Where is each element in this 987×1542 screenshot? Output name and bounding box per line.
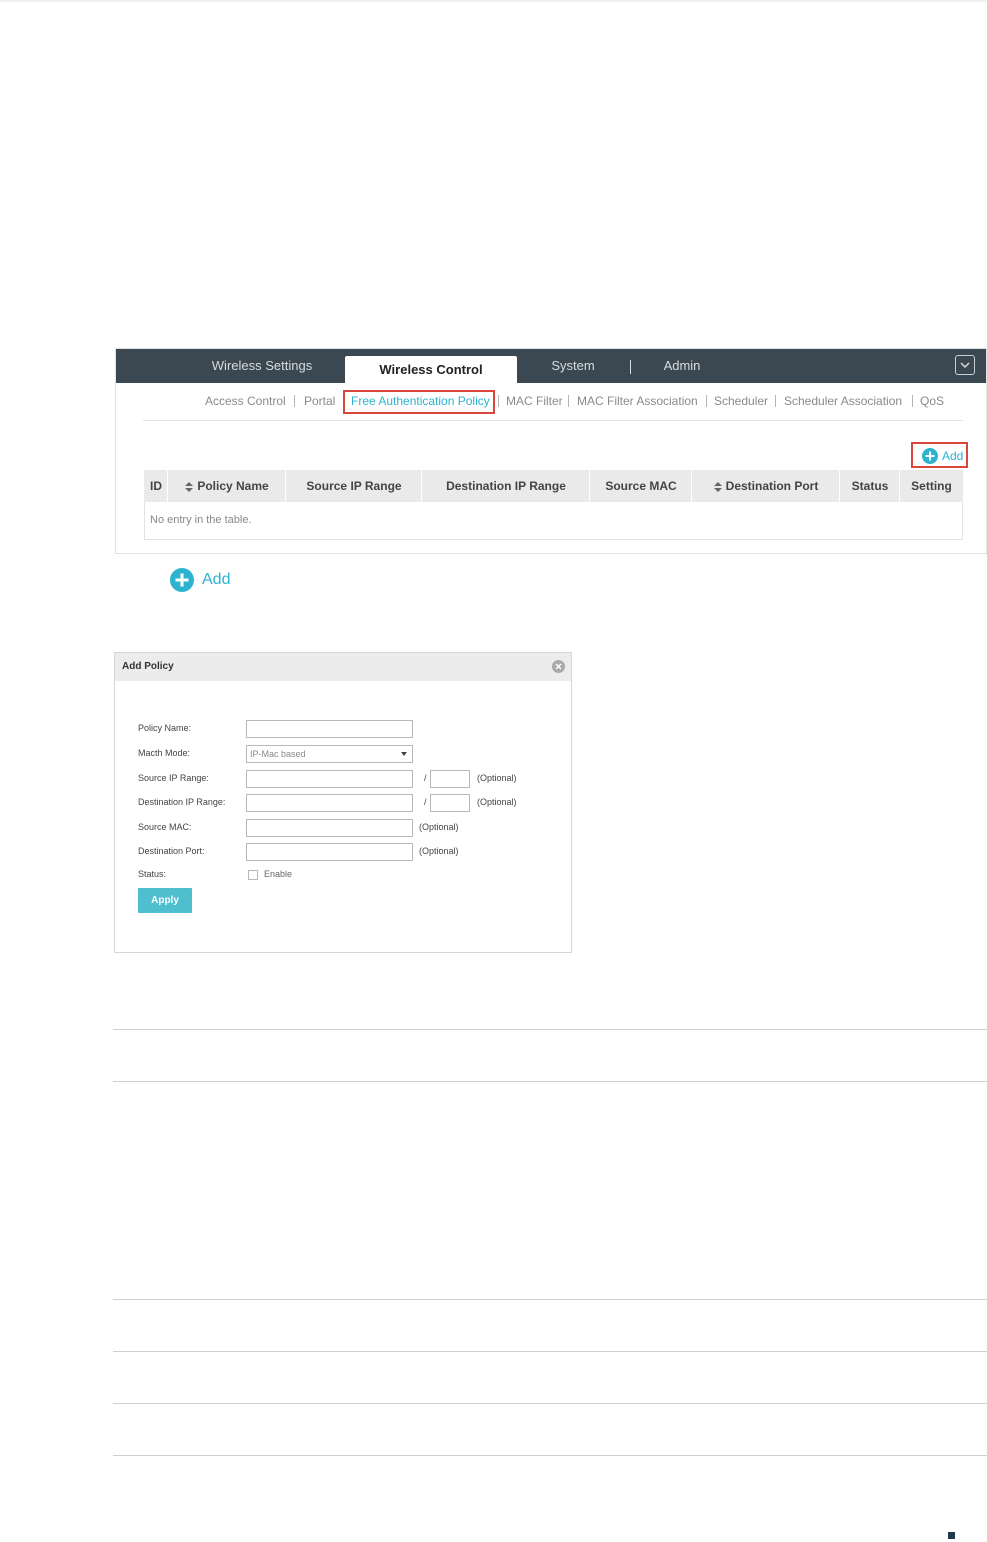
subnav-divider — [498, 395, 499, 407]
horizontal-rule — [113, 1299, 987, 1300]
sub-navigation: Access Control Portal Free Authenticatio… — [116, 393, 986, 409]
policy-name-input[interactable] — [246, 720, 413, 738]
page-marker — [948, 1532, 955, 1539]
horizontal-rule — [113, 1455, 987, 1456]
source-ip-range-label: Source IP Range: — [138, 773, 209, 783]
tab-wireless-control[interactable]: Wireless Control — [345, 356, 517, 383]
subnav-divider — [706, 395, 707, 407]
horizontal-rule — [113, 1403, 987, 1404]
optional-hint: (Optional) — [477, 773, 517, 783]
subnav-divider — [294, 395, 295, 407]
add-button-label: Add — [942, 449, 964, 463]
source-ip-mask-input[interactable] — [430, 770, 470, 788]
column-header-source-mac: Source MAC — [590, 470, 692, 502]
subnav-scheduler-association[interactable]: Scheduler Association — [784, 393, 902, 409]
subnav-mac-filter[interactable]: MAC Filter — [506, 393, 563, 409]
column-header-destination-ip-range: Destination IP Range — [422, 470, 590, 502]
match-mode-label: Macth Mode: — [138, 748, 191, 758]
subnav-qos[interactable]: QoS — [920, 393, 944, 409]
subnav-divider — [568, 395, 569, 407]
destination-port-label: Destination Port: — [138, 846, 205, 856]
optional-hint: (Optional) — [419, 846, 459, 856]
policy-name-label: Policy Name: — [138, 723, 192, 733]
subnav-divider — [912, 395, 913, 407]
subnav-free-authentication-policy[interactable]: Free Authentication Policy — [351, 393, 490, 409]
subnav-portal[interactable]: Portal — [304, 393, 335, 409]
sort-icon — [185, 481, 194, 492]
add-policy-dialog: Add Policy Policy Name: Macth Mode: IP-M… — [114, 652, 572, 953]
column-header-policy-name[interactable]: Policy Name — [168, 470, 286, 502]
chevron-down-icon — [960, 362, 970, 369]
plus-circle-icon — [170, 568, 194, 592]
apply-button[interactable]: Apply — [138, 888, 192, 913]
policy-table: ID Policy Name Source IP Range Destinati… — [144, 470, 963, 540]
optional-hint: (Optional) — [477, 797, 517, 807]
horizontal-rule — [113, 1081, 987, 1082]
sort-icon — [713, 481, 722, 492]
subnav-divider — [775, 395, 776, 407]
match-mode-value: IP-Mac based — [250, 749, 306, 759]
subnav-mac-filter-association[interactable]: MAC Filter Association — [577, 393, 698, 409]
subnav-access-control[interactable]: Access Control — [205, 393, 286, 409]
destination-ip-range-input[interactable] — [246, 794, 413, 812]
slash-separator: / — [424, 797, 427, 807]
slash-separator: / — [424, 773, 427, 783]
nav-toggle-button[interactable] — [955, 355, 975, 375]
standalone-add-button[interactable]: Add — [170, 568, 230, 592]
match-mode-select[interactable]: IP-Mac based — [246, 745, 413, 763]
add-button[interactable]: Add — [922, 447, 966, 465]
enable-checkbox-label: Enable — [264, 869, 293, 879]
column-header-status: Status — [840, 470, 900, 502]
destination-port-input[interactable] — [246, 843, 413, 861]
plus-circle-icon — [922, 448, 938, 464]
horizontal-rule — [113, 1029, 987, 1030]
tab-system[interactable]: System — [534, 349, 612, 383]
column-header-destination-port[interactable]: Destination Port — [692, 470, 840, 502]
horizontal-rule — [113, 1351, 987, 1352]
source-mac-label: Source MAC: — [138, 822, 192, 832]
top-rule — [0, 0, 987, 2]
destination-ip-range-label: Destination IP Range: — [138, 797, 226, 807]
close-icon[interactable] — [552, 660, 565, 673]
tab-admin[interactable]: Admin — [650, 349, 714, 383]
optional-hint: (Optional) — [419, 822, 459, 832]
destination-ip-mask-input[interactable] — [430, 794, 470, 812]
subnav-divider — [344, 395, 345, 407]
source-ip-range-input[interactable] — [246, 770, 413, 788]
table-empty-message: No entry in the table. — [144, 502, 963, 540]
tab-separator — [630, 360, 631, 374]
subnav-scheduler[interactable]: Scheduler — [714, 393, 768, 409]
subnav-divider-line — [143, 420, 963, 421]
chevron-down-icon — [401, 752, 407, 756]
column-header-id: ID — [144, 470, 168, 502]
table-header: ID Policy Name Source IP Range Destinati… — [144, 470, 963, 502]
standalone-add-label: Add — [202, 571, 231, 588]
top-navigation: Wireless Settings Wireless Control Syste… — [116, 349, 986, 383]
column-header-setting: Setting — [911, 479, 952, 493]
status-label: Status: — [138, 869, 167, 879]
enable-checkbox[interactable] — [248, 870, 258, 880]
dialog-title: Add Policy — [122, 661, 174, 672]
dialog-header: Add Policy — [115, 653, 571, 681]
tab-wireless-settings[interactable]: Wireless Settings — [200, 349, 324, 383]
column-header-source-ip-range: Source IP Range — [286, 470, 422, 502]
source-mac-input[interactable] — [246, 819, 413, 837]
admin-panel-screenshot: Wireless Settings Wireless Control Syste… — [115, 348, 987, 554]
